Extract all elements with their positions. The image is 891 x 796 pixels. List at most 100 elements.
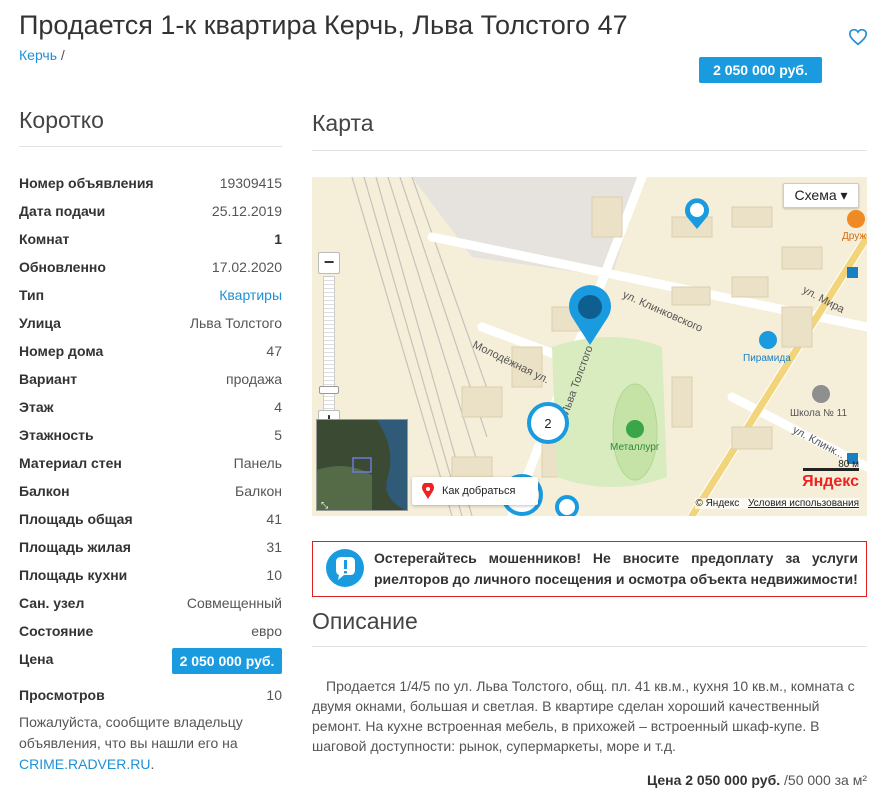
prop-value: 10 <box>266 687 282 703</box>
terms-link[interactable]: Условия использования <box>748 498 859 509</box>
prop-row-price: Цена 2 050 000 руб. <box>19 644 282 680</box>
route-pin-icon <box>422 483 434 499</box>
cluster-count: 2 <box>544 416 551 431</box>
copyright-text: © Яндекс <box>695 498 740 509</box>
breadcrumb-link-kerch[interactable]: Керчь <box>19 47 57 63</box>
school-icon[interactable] <box>812 385 830 403</box>
yandex-logo-text: Яндекс <box>802 473 859 490</box>
price-badge: 2 050 000 руб. <box>172 648 282 674</box>
prop-value: 4 <box>274 399 282 415</box>
price-summary: Цена 2 050 000 руб. /50 000 за м² <box>647 772 867 788</box>
prop-value: 31 <box>266 539 282 555</box>
prop-value: 10 <box>266 567 282 583</box>
shop-icon[interactable] <box>759 331 777 349</box>
prop-label: Этажность <box>19 427 94 443</box>
prop-value: Совмещенный <box>186 595 282 611</box>
page-title: Продается 1-к квартира Керчь, Льва Толст… <box>19 10 628 40</box>
poi-label: Пирамида <box>743 353 791 364</box>
prop-value: 41 <box>266 511 282 527</box>
prop-row-condition: Состояние евро <box>19 616 282 644</box>
description-heading: Описание <box>312 608 418 634</box>
site-link[interactable]: CRIME.RADVER.RU <box>19 756 150 772</box>
prop-label: Номер дома <box>19 343 104 359</box>
prop-value: Балкон <box>235 483 282 499</box>
prop-row-area-kitchen: Площадь кухни 10 <box>19 560 282 588</box>
prop-label: Площадь кухни <box>19 567 128 583</box>
price-per-meter: /50 000 за м² <box>784 772 867 788</box>
prop-label: Площадь жилая <box>19 539 131 555</box>
prop-row-bathroom: Сан. узел Совмещенный <box>19 588 282 616</box>
prop-row-street: Улица Льва Толстого <box>19 308 282 336</box>
divider <box>312 150 867 151</box>
prop-row-type: Тип Квартиры <box>19 280 282 308</box>
warning-icon <box>326 549 364 587</box>
prop-row-area-total: Площадь общая 41 <box>19 504 282 532</box>
prop-label: Сан. узел <box>19 595 85 611</box>
prop-value: 1 <box>274 231 282 247</box>
prop-value: Панель <box>233 455 282 471</box>
map-heading: Карта <box>312 110 374 136</box>
prop-row-walls: Материал стен Панель <box>19 448 282 476</box>
note-text: Пожалуйста, сообщите владельцу объявлени… <box>19 714 243 751</box>
route-button[interactable]: Как добраться <box>412 477 538 505</box>
prop-value: 25.12.2019 <box>211 203 282 219</box>
prop-value: Льва Толстого <box>189 315 282 331</box>
fraud-warning: Остерегайтесь мошенников! Не вносите пре… <box>312 541 867 597</box>
warning-text: Остерегайтесь мошенников! Не вносите пре… <box>374 550 858 587</box>
map-marker[interactable] <box>555 495 579 516</box>
prop-label: Улица <box>19 315 61 331</box>
map-copyright: © Яндекс Условия использования <box>695 498 859 509</box>
divider <box>312 646 867 647</box>
prop-row-area-living: Площадь жилая 31 <box>19 532 282 560</box>
divider <box>19 146 282 147</box>
route-button-label: Как добраться <box>442 485 516 497</box>
prop-label: Номер объявления <box>19 175 154 191</box>
prop-value: 19309415 <box>219 175 282 191</box>
prop-label: Этаж <box>19 399 54 415</box>
prop-value-link[interactable]: Квартиры <box>219 287 282 303</box>
prop-value: 5 <box>274 427 282 443</box>
description-text: Продается 1/4/5 по ул. Льва Толстого, об… <box>312 678 855 754</box>
prop-label: Материал стен <box>19 455 122 471</box>
prop-row-house: Номер дома 47 <box>19 336 282 364</box>
prop-row-ad-number: Номер объявления 19309415 <box>19 168 282 196</box>
heart-icon[interactable] <box>848 28 868 46</box>
map-scale-bar <box>803 468 859 471</box>
prop-label: Площадь общая <box>19 511 133 527</box>
collapse-icon[interactable]: ⤡ <box>321 500 328 510</box>
prop-row-rooms: Комнат 1 <box>19 224 282 252</box>
zoom-control: − + <box>318 252 340 437</box>
stadium-icon[interactable] <box>626 420 644 438</box>
prop-label: Просмотров <box>19 687 105 703</box>
minimap-canvas: ⤡ <box>317 420 407 510</box>
prop-value: 17.02.2020 <box>211 259 282 275</box>
prop-value: 47 <box>266 343 282 359</box>
breadcrumb: Керчь / <box>19 47 65 63</box>
prop-label: Обновленно <box>19 259 106 275</box>
poi-label: Металлург <box>610 442 660 453</box>
prop-row-date: Дата подачи 25.12.2019 <box>19 196 282 224</box>
zoom-slider-handle[interactable] <box>319 386 339 394</box>
price-badge: 2 050 000 руб. <box>699 57 822 83</box>
prop-value: евро <box>251 623 282 639</box>
map-type-dropdown[interactable]: Схема ▾ <box>783 183 859 208</box>
map-widget[interactable]: ул. Клинковского Молодёжная ул. ул. Льва… <box>312 177 867 516</box>
poi-label: Друж <box>842 231 866 242</box>
prop-label: Дата подачи <box>19 203 106 219</box>
poi-label: Школа № 11 <box>790 408 847 419</box>
prop-label: Состояние <box>19 623 94 639</box>
overview-minimap[interactable]: ⤡ <box>316 419 408 511</box>
property-list: Номер объявления 19309415 Дата подачи 25.1… <box>19 168 282 708</box>
breadcrumb-separator: / <box>60 47 65 63</box>
zoom-slider[interactable] <box>323 276 335 416</box>
summary-heading: Коротко <box>19 107 104 133</box>
store-icon[interactable] <box>847 210 865 228</box>
prop-row-floor: Этаж 4 <box>19 392 282 420</box>
zoom-out-button[interactable]: − <box>318 252 340 274</box>
prop-label: Комнат <box>19 231 70 247</box>
bus-stop-icon[interactable] <box>847 267 858 278</box>
prop-label: Цена <box>19 651 54 667</box>
note-end: . <box>150 756 155 772</box>
yandex-logo: Яндекс <box>802 473 859 491</box>
prop-label: Балкон <box>19 483 70 499</box>
